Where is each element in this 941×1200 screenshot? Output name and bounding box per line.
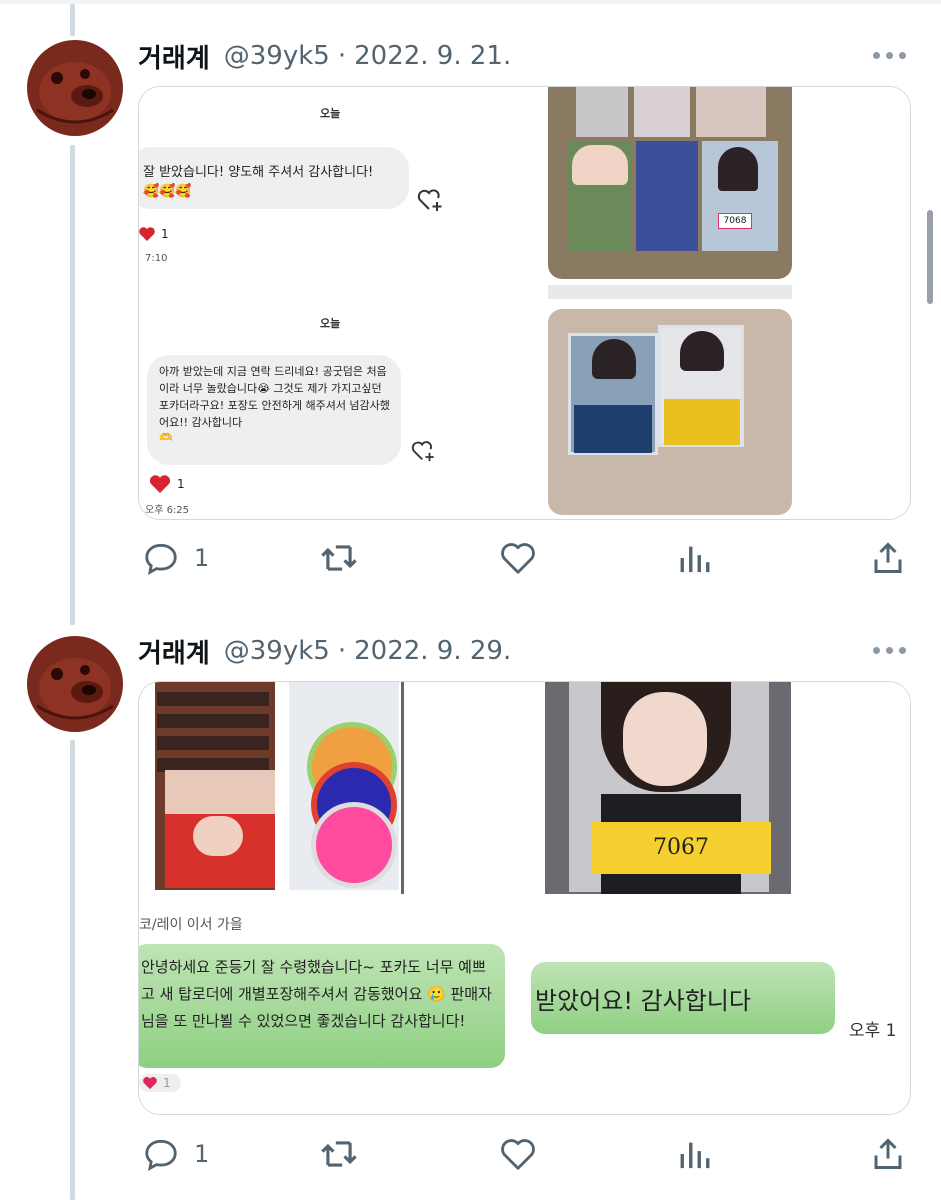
- chat-bubble-right: 받았어요! 감사합니다: [531, 962, 835, 1034]
- chat-time: 오후 6:25: [145, 505, 190, 516]
- share-icon: [874, 1138, 902, 1169]
- chat-message: 아까 받았는데 지금 연락 드리네요! 공굿덤은 처음이라 너무 놀랐습니다😭 …: [159, 365, 390, 429]
- reaction-count: 1: [139, 1074, 181, 1092]
- timestamp[interactable]: 2022. 9. 29.: [354, 636, 511, 666]
- retweet-button[interactable]: [318, 538, 360, 578]
- separator: ·: [337, 41, 347, 71]
- thread-line-1: [70, 145, 75, 625]
- avatar[interactable]: [27, 636, 123, 732]
- share-button[interactable]: [870, 538, 906, 578]
- separator: ·: [337, 636, 347, 666]
- avatar[interactable]: [27, 40, 123, 136]
- chat-bubble-left: 안녕하세요 준등기 잘 수령했습니다~ 포카도 너무 예쁘고 새 탑로더에 개별…: [139, 944, 505, 1068]
- handle[interactable]: @39yk5: [224, 41, 330, 71]
- photocard-photo-1[interactable]: 7068: [548, 87, 910, 299]
- reply-button[interactable]: 1: [142, 538, 209, 578]
- photo-label-tag: 7068: [718, 213, 752, 229]
- chat-emoji: 🫶: [159, 431, 173, 444]
- chat-message: 잘 받았습니다! 양도해 주셔서 감사합니다!: [143, 165, 374, 180]
- reply-count: 1: [194, 544, 210, 572]
- display-name[interactable]: 거래계: [138, 38, 210, 75]
- heart-icon: [139, 227, 155, 241]
- photo-label-tag: 7067: [591, 822, 771, 874]
- heart-icon: [149, 475, 171, 493]
- like-icon: [501, 1139, 535, 1170]
- photocard-photo-3[interactable]: 7067: [545, 682, 910, 894]
- chat-message: 안녕하세요 준등기 잘 수령했습니다~ 포카도 너무 예쁘고 새 탑로더에 개별…: [141, 958, 492, 1030]
- thread-line-top: [70, 4, 75, 36]
- chat-screenshot-2[interactable]: 오늘 아까 받았는데 지금 연락 드리네요! 공굿덤은 처음이라 너무 놀랐습니…: [139, 309, 545, 519]
- retweet-icon: [321, 545, 357, 571]
- photocards-photo[interactable]: [139, 682, 515, 894]
- display-name[interactable]: 거래계: [138, 633, 210, 670]
- heart-icon: [143, 1077, 157, 1090]
- tweet-media-grid[interactable]: 7067 코/레이 이서 가을 안녕하세요 준등기 잘 수령했습니다~ 포카도 …: [138, 681, 911, 1115]
- chat-day-label: 오늘: [320, 317, 341, 330]
- reply-button[interactable]: 1: [142, 1134, 209, 1174]
- reaction-number: 1: [163, 1076, 171, 1090]
- tweet-media-grid[interactable]: 오늘 잘 받았습니다! 양도해 주셔서 감사합니다! 🥰🥰🥰 1 7:10 70…: [138, 86, 911, 520]
- like-icon: [501, 543, 535, 574]
- timestamp[interactable]: 2022. 9. 21.: [354, 41, 511, 71]
- tweet-header: 거래계 @39yk5 · 2022. 9. 21.: [138, 36, 511, 76]
- reply-count: 1: [194, 1140, 210, 1168]
- views-button[interactable]: [678, 538, 712, 578]
- share-icon: [874, 542, 902, 573]
- add-reaction-icon: [417, 189, 442, 211]
- reaction-count: 1: [149, 475, 185, 493]
- retweet-icon: [321, 1141, 357, 1167]
- chat-time: 7:10: [145, 253, 168, 264]
- scrollbar[interactable]: [927, 210, 933, 304]
- reaction-number: 1: [177, 477, 185, 491]
- reaction-count: 1: [139, 227, 169, 241]
- add-reaction-icon: [411, 441, 434, 462]
- top-divider: [0, 0, 941, 4]
- chat-message: 받았어요! 감사합니다: [535, 986, 751, 1015]
- chat-time: 오후 1: [849, 1021, 897, 1041]
- views-icon: [680, 1142, 710, 1169]
- handle[interactable]: @39yk5: [224, 636, 330, 666]
- chat-bubble: 잘 받았습니다! 양도해 주셔서 감사합니다! 🥰🥰🥰: [139, 147, 409, 209]
- chat-emoji: 🥰🥰🥰: [143, 184, 192, 199]
- tweet-actions: 1: [138, 1134, 911, 1174]
- reply-icon: [145, 1139, 177, 1171]
- views-button[interactable]: [678, 1134, 712, 1174]
- photocard-photo-2[interactable]: [548, 309, 910, 519]
- share-button[interactable]: [870, 1134, 906, 1174]
- retweet-button[interactable]: [318, 1134, 360, 1174]
- chat-screenshot-3[interactable]: 코/레이 이서 가을 안녕하세요 준등기 잘 수령했습니다~ 포카도 너무 예쁘…: [139, 904, 910, 1114]
- tweet-actions: 1: [138, 538, 911, 578]
- thread-line-2: [70, 740, 75, 1200]
- views-icon: [680, 546, 710, 573]
- chat-sender-name: 코/레이 이서 가을: [139, 917, 243, 933]
- chat-bubble: 아까 받았는데 지금 연락 드리네요! 공굿덤은 처음이라 너무 놀랐습니다😭 …: [147, 355, 401, 465]
- more-icon[interactable]: [873, 647, 906, 654]
- more-icon[interactable]: [873, 52, 906, 59]
- like-button[interactable]: [498, 538, 538, 578]
- chat-screenshot-1[interactable]: 오늘 잘 받았습니다! 양도해 주셔서 감사합니다! 🥰🥰🥰 1 7:10: [139, 87, 545, 299]
- tweet-header: 거래계 @39yk5 · 2022. 9. 29.: [138, 631, 511, 671]
- chat-day-label: 오늘: [320, 107, 341, 120]
- reaction-number: 1: [161, 227, 169, 241]
- reply-icon: [145, 543, 177, 575]
- like-button[interactable]: [498, 1134, 538, 1174]
